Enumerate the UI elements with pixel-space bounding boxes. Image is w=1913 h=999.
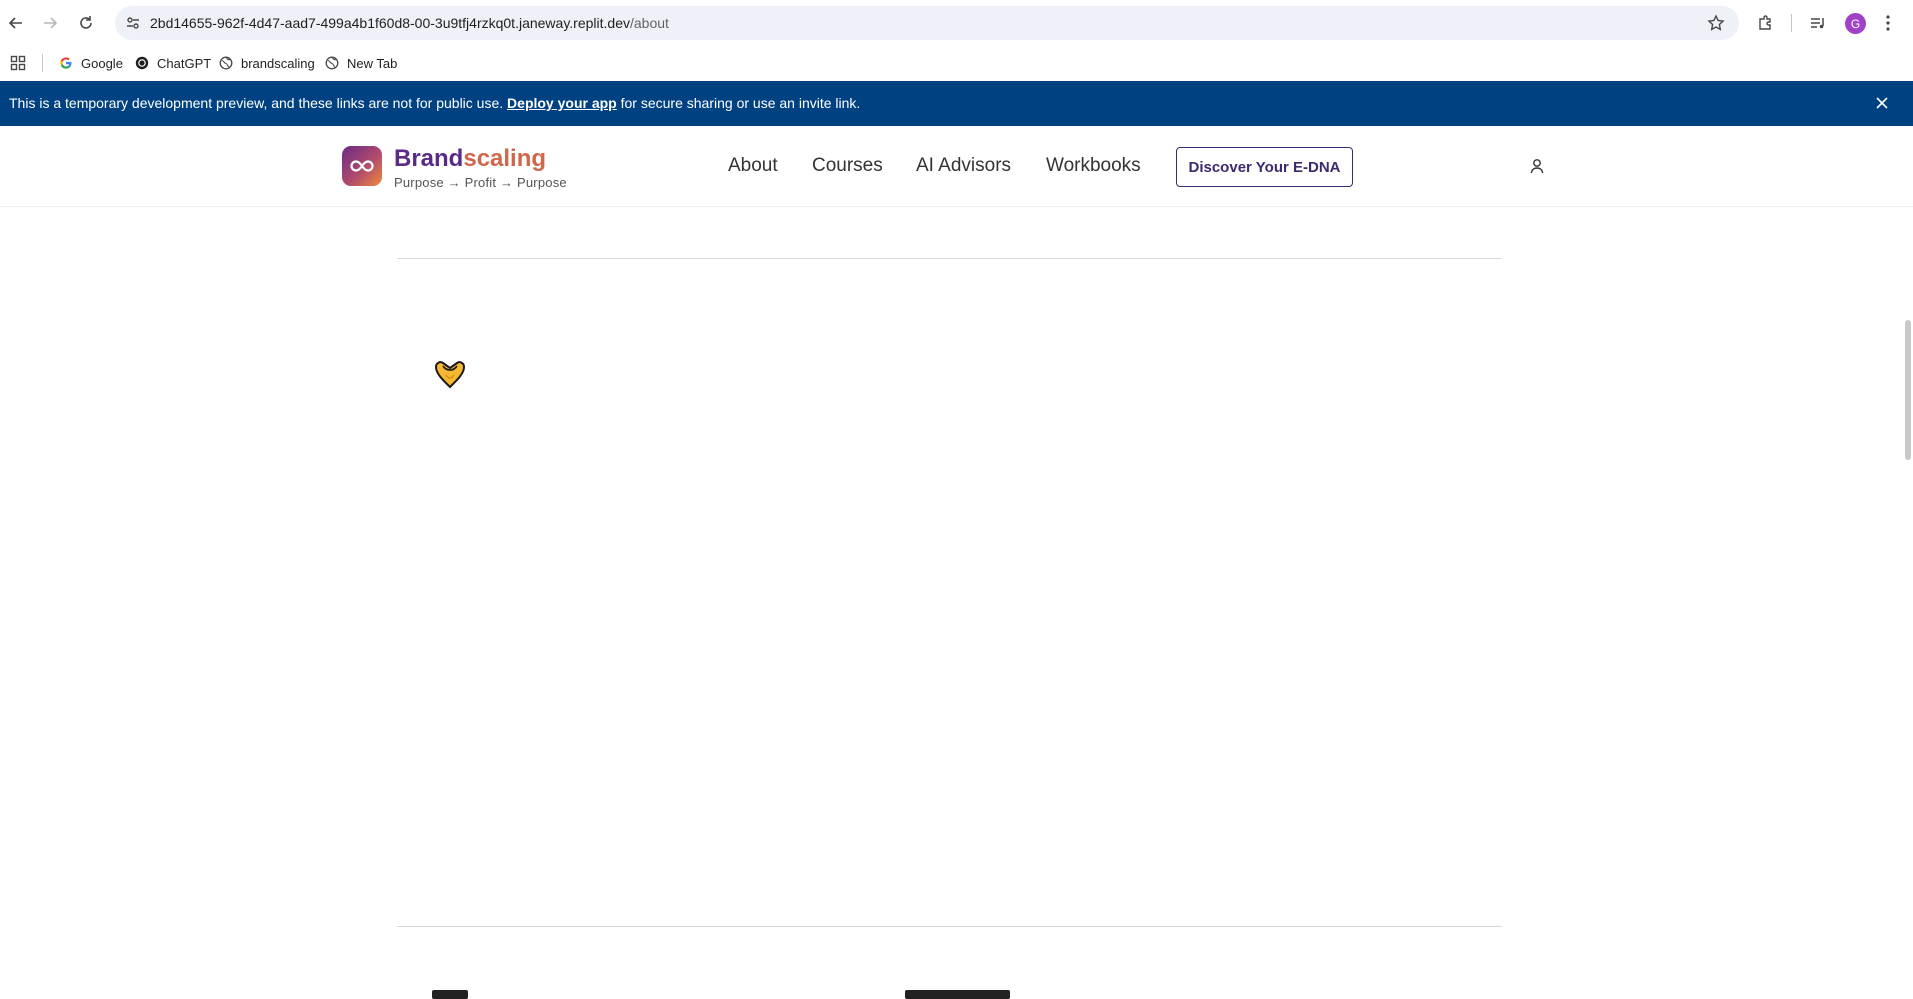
url-text[interactable]: 2bd14655-962f-4d47-aad7-499a4b1f60d8-00-… <box>150 15 669 31</box>
globe-icon <box>218 55 234 71</box>
bookmark-label: New Tab <box>347 55 398 71</box>
nav-workbooks[interactable]: Workbooks <box>1046 155 1141 177</box>
bookmark-google[interactable]: Google <box>58 53 123 73</box>
chatgpt-icon <box>134 55 150 71</box>
apps-grid-icon[interactable] <box>10 53 26 73</box>
discover-edna-button[interactable]: Discover Your E-DNA <box>1176 147 1353 187</box>
deploy-app-link[interactable]: Deploy your app <box>507 95 617 111</box>
banner-text-before: This is a temporary development preview,… <box>9 95 504 111</box>
bookmarks-bar: Google ChatGPT brandscaling New Tab <box>0 46 1913 80</box>
brand-tagline: Purpose → Profit → Purpose <box>394 175 567 190</box>
globe-icon <box>324 55 340 71</box>
toolbar-divider <box>1791 14 1792 32</box>
offscreen-heading-fragment <box>432 990 468 999</box>
media-controls-icon[interactable] <box>1806 11 1830 35</box>
brand-name[interactable]: Brandscaling <box>394 145 546 173</box>
site-header: Brandscaling Purpose → Profit → Purpose … <box>0 126 1913 207</box>
url-path: /about <box>629 15 669 31</box>
bookmark-label: brandscaling <box>241 55 315 71</box>
heart-hands-emoji-icon <box>432 357 468 391</box>
forward-icon[interactable] <box>38 11 62 35</box>
offscreen-heading-fragment <box>905 990 1010 999</box>
bookmark-label: Google <box>81 55 123 71</box>
banner-text-after: for secure sharing or use an invite link… <box>620 95 861 111</box>
bookmarks-divider <box>42 54 43 72</box>
extensions-icon[interactable] <box>1754 11 1778 35</box>
brand-name-part2: scaling <box>463 145 547 172</box>
back-icon[interactable] <box>4 11 28 35</box>
bookmark-new-tab[interactable]: New Tab <box>324 53 397 73</box>
dev-preview-banner: This is a temporary development preview,… <box>0 81 1913 126</box>
bookmark-label: ChatGPT <box>157 55 212 71</box>
close-icon[interactable] <box>1873 94 1891 112</box>
bookmark-chatgpt[interactable]: ChatGPT <box>134 53 211 73</box>
bookmark-star-icon[interactable] <box>1707 14 1725 32</box>
nav-ai-advisors[interactable]: AI Advisors <box>916 155 1011 177</box>
nav-about[interactable]: About <box>728 155 778 177</box>
infinity-logo-icon[interactable] <box>342 146 382 186</box>
brand-name-part1: Brand <box>394 145 464 172</box>
banner-message: This is a temporary development preview,… <box>9 95 860 111</box>
user-account-icon[interactable] <box>1528 157 1546 175</box>
section-divider-bottom <box>397 926 1502 927</box>
page-scrollbar[interactable] <box>1905 320 1911 460</box>
site-settings-icon[interactable] <box>125 15 141 31</box>
address-bar[interactable]: 2bd14655-962f-4d47-aad7-499a4b1f60d8-00-… <box>115 6 1739 40</box>
google-icon <box>58 55 74 71</box>
url-host: 2bd14655-962f-4d47-aad7-499a4b1f60d8-00-… <box>150 15 630 31</box>
browser-menu-icon[interactable] <box>1876 11 1900 35</box>
bookmark-brandscaling[interactable]: brandscaling <box>218 53 315 73</box>
profile-avatar[interactable]: G <box>1845 13 1866 34</box>
section-divider-top <box>397 258 1502 259</box>
browser-toolbar: 2bd14655-962f-4d47-aad7-499a4b1f60d8-00-… <box>0 0 1913 46</box>
nav-courses[interactable]: Courses <box>812 155 883 177</box>
reload-icon[interactable] <box>74 11 98 35</box>
